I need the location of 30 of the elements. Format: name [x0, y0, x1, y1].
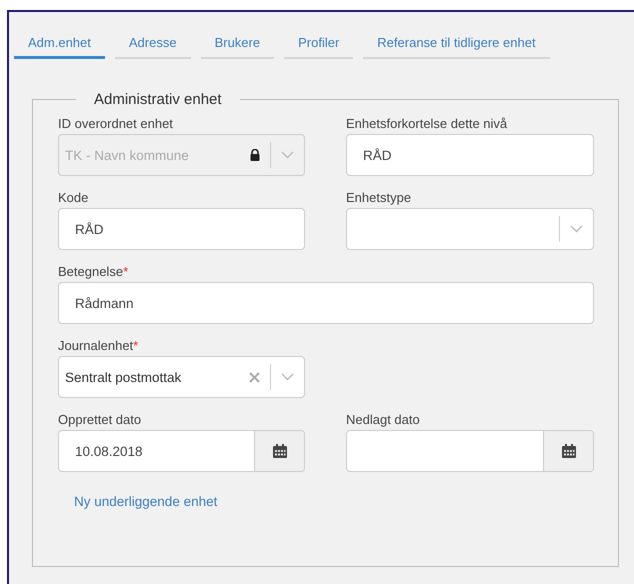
new-subunit-link[interactable]: Ny underliggende enhet — [74, 494, 218, 509]
field-label: Nedlagt dato — [346, 412, 421, 427]
chevron-down-icon — [281, 151, 294, 159]
tab[interactable]: Brukere — [200, 32, 274, 59]
field-label: Kode — [58, 190, 90, 205]
text-field[interactable]: RÅD — [58, 208, 305, 250]
tab[interactable]: Profiler — [284, 32, 354, 59]
chevron-down-icon — [281, 373, 294, 381]
calendar-button[interactable] — [543, 431, 593, 471]
field-label: Enhetstype — [346, 190, 412, 205]
calendar-icon — [562, 444, 576, 458]
calendar-button[interactable] — [254, 431, 304, 471]
tab[interactable]: Adresse — [114, 32, 191, 59]
section-title: Administrativ enhet — [93, 91, 223, 108]
tab[interactable]: Referanse til tidligere enhet — [363, 32, 550, 59]
tab[interactable]: Adm.enhet — [14, 32, 105, 59]
calendar-icon — [272, 444, 286, 458]
text-field[interactable]: RÅD — [346, 134, 594, 176]
dropdown[interactable] — [346, 208, 594, 250]
dropdown[interactable]: Sentralt postmottak — [58, 356, 305, 398]
field-label: Journalenhet* — [58, 338, 140, 353]
date-field[interactable] — [346, 430, 594, 472]
chevron-down-icon — [570, 225, 583, 233]
field-label: Betegnelse* — [58, 264, 130, 279]
field-label: ID overordnet enhet — [58, 116, 174, 131]
field-label: Enhetsforkortelse dette nivå — [346, 116, 508, 131]
field-label: Opprettet dato — [58, 412, 142, 427]
clear-icon[interactable] — [249, 372, 260, 382]
text-field[interactable]: Rådmann — [58, 282, 594, 324]
date-field[interactable]: 10.08.2018 — [58, 430, 305, 472]
